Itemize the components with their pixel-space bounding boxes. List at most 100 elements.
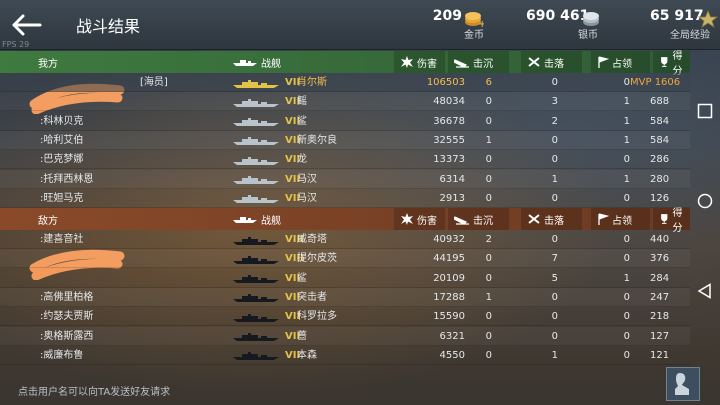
score-value: 1606	[654, 77, 681, 88]
player-name[interactable]: :托拜西林恩	[40, 170, 93, 189]
player-name[interactable]: :旺妲马克	[40, 189, 83, 208]
player-row[interactable]: [海员] VII 肖尔斯 106503 6 0 0 MVP 1606	[0, 73, 690, 92]
downed-value: 0	[551, 77, 558, 88]
downed-value: 5	[551, 272, 558, 284]
sunk-value: 0	[485, 311, 492, 323]
ship-silhouette-icon	[233, 98, 279, 107]
header-sunk-label: 击沉	[473, 215, 493, 227]
page-title: 战斗结果	[76, 17, 141, 36]
player-name[interactable]: :科林贝克	[40, 112, 83, 131]
player-row[interactable]: :威廉布鲁 VII 本森 4550 0 1 0 121	[0, 346, 690, 365]
header-sunk: 击沉	[447, 208, 509, 230]
ship-silhouette	[232, 307, 282, 326]
sinking-ship-icon	[454, 216, 469, 225]
player-name[interactable]: :建喜音社	[40, 230, 83, 249]
flag-icon	[598, 56, 609, 68]
score-value: 126	[650, 192, 670, 204]
score-cell: 218	[650, 307, 690, 326]
top-bar: 战斗结果 209 + 金币 690 461 银币 65 917 全局经验	[0, 0, 720, 50]
player-name[interactable]: :高佛里柏格	[40, 288, 93, 307]
flag-icon	[598, 213, 609, 225]
header-capture: 占领	[590, 208, 650, 230]
ship-silhouette-icon	[233, 176, 279, 184]
ship-silhouette	[232, 249, 282, 268]
score-cell: 247	[650, 288, 690, 307]
header-downed-label: 击落	[544, 215, 564, 227]
gold-label: 金币	[464, 30, 484, 41]
recent-apps-icon[interactable]	[697, 103, 713, 119]
capture-value: 0	[623, 253, 630, 265]
sunk-value: 1	[485, 134, 492, 146]
score-value: 218	[650, 311, 670, 323]
header-damage-label: 伤害	[417, 215, 437, 227]
score-value: 584	[650, 115, 670, 127]
ship-silhouette	[232, 327, 282, 346]
header-downed: 击落	[520, 208, 582, 230]
add-friend-button[interactable]	[666, 367, 700, 401]
player-row[interactable]: :奥格斯露西 VII 蔷 6321 0 0 0 127	[0, 326, 690, 346]
header-capture: 占领	[590, 51, 650, 73]
ship-icon	[233, 217, 257, 223]
player-row[interactable]: :巴克梦娜 VII 龙 13373 0 0 0 286	[0, 150, 690, 170]
score-value: 284	[650, 272, 670, 284]
sunk-value: 0	[485, 192, 492, 204]
ship-icon	[233, 60, 257, 66]
capture-value: 0	[623, 234, 630, 245]
downed-value: 0	[551, 330, 558, 342]
score-value: 280	[650, 173, 670, 185]
player-row[interactable]: :托拜西林恩 VII 马汉 6314 0 1 1 280	[0, 169, 690, 189]
sunk-value: 0	[485, 173, 492, 185]
sunk-value: 1	[485, 291, 492, 303]
downed-value: 1	[551, 349, 558, 361]
player-row[interactable]: :约瑟夫贾斯 VII 科罗拉多 15590 0 0 0 218	[0, 307, 690, 327]
back-button[interactable]	[6, 8, 46, 42]
ship-silhouette	[232, 230, 282, 249]
sunk-value: 0	[485, 253, 492, 265]
sunk-value: 0	[485, 154, 492, 166]
score-value: 121	[650, 349, 670, 361]
home-icon[interactable]	[697, 193, 713, 209]
player-row[interactable]: VII 鳐 48034 0 3 1 688	[0, 92, 690, 112]
ship-name: 本森	[297, 349, 317, 361]
player-name[interactable]: :威廉布鲁	[40, 346, 83, 365]
player-name[interactable]: :巴克梦娜	[40, 150, 83, 169]
score-cell: 280	[650, 170, 690, 189]
score-cell: 688	[650, 92, 690, 111]
player-row[interactable]: :建喜音社 VIII 威奇塔 40932 2 0 0 440	[0, 230, 690, 249]
our-team-header: 我方 战舰 伤害 击沉 击落 占领 得分	[0, 51, 690, 77]
ship-silhouette-icon	[233, 313, 279, 322]
header-capture-label: 占领	[612, 215, 632, 227]
ship-name: 提尔皮茨	[297, 253, 337, 265]
player-name[interactable]: :奥格斯露西	[40, 327, 93, 346]
capture-value: 1	[623, 115, 630, 127]
player-row[interactable]: :科林贝克 VII 鲨 36678 0 2 1 584	[0, 112, 690, 131]
exp-amount: 65 917	[650, 8, 704, 24]
player-name[interactable]: :哈利艾伯	[40, 131, 83, 150]
ship-silhouette	[232, 170, 282, 189]
capture-value: 1	[623, 134, 630, 146]
score-value: 584	[650, 134, 670, 146]
ship-silhouette	[232, 346, 282, 365]
player-name[interactable]: :约瑟夫贾斯	[40, 307, 93, 326]
ship-name: 龙	[297, 154, 307, 166]
silver-amount: 690 461	[526, 8, 590, 24]
score-cell: 584	[650, 112, 690, 131]
ship-silhouette	[232, 131, 282, 150]
downed-value: 7	[551, 253, 558, 265]
score-value: 376	[650, 253, 670, 265]
downed-value: 0	[551, 311, 558, 323]
back-nav-icon[interactable]	[697, 283, 713, 299]
ship-silhouette	[232, 112, 282, 131]
player-row[interactable]: :旺妲马克 VII 马汉 2913 0 0 0 126	[0, 189, 690, 208]
ship-silhouette	[232, 73, 282, 92]
player-tag: [海员]	[140, 77, 168, 88]
player-row[interactable]: :哈利艾伯 VII 新奥尔良 32555 1 0 1 584	[0, 130, 690, 150]
player-row[interactable]: VIII 提尔皮茨 44195 0 7 0 376	[0, 249, 690, 269]
plane-shot-icon	[528, 57, 540, 67]
ship-silhouette-icon	[233, 352, 279, 361]
downed-value: 0	[551, 234, 558, 245]
score-cell: 284	[650, 269, 690, 288]
player-row[interactable]: VII 鲨 20109 0 5 1 284	[0, 269, 690, 288]
sunk-value: 0	[485, 115, 492, 127]
player-row[interactable]: :高佛里柏格 VII 突击者 17288 1 0 0 247	[0, 287, 690, 307]
